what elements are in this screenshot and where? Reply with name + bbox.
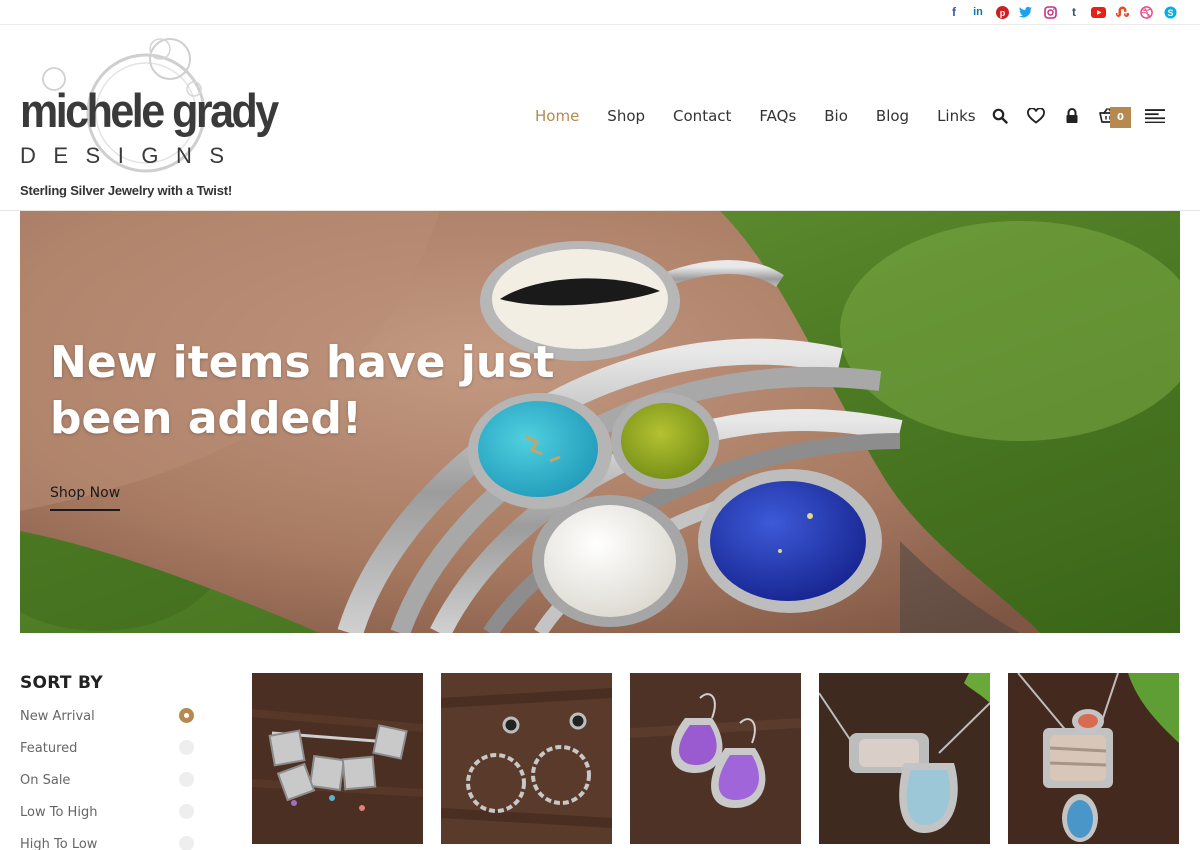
hero-banner: New items have just been added! Shop Now bbox=[20, 211, 1180, 633]
sort-option-low-to-high[interactable]: Low To High bbox=[20, 803, 200, 835]
social-links: f in p t S bbox=[946, 4, 1178, 20]
logo-subtitle: DESIGNS bbox=[20, 143, 242, 168]
sort-option-high-to-low[interactable]: High To Low bbox=[20, 835, 200, 850]
header-actions: 0 bbox=[990, 103, 1165, 128]
nav-item-faqs[interactable]: FAQs bbox=[759, 107, 796, 125]
sort-option-new-arrival[interactable]: New Arrival bbox=[20, 707, 200, 739]
nav-item-blog[interactable]: Blog bbox=[876, 107, 909, 125]
svg-text:p: p bbox=[999, 8, 1005, 18]
sort-option-label: New Arrival bbox=[20, 709, 95, 724]
nav-item-links[interactable]: Links bbox=[937, 107, 976, 125]
product-image bbox=[630, 673, 801, 844]
top-social-bar: f in p t S bbox=[0, 0, 1200, 25]
stumbleupon-icon[interactable] bbox=[1114, 4, 1130, 20]
logo-wordmark: michele grady bbox=[20, 85, 279, 138]
dribbble-icon[interactable] bbox=[1138, 4, 1154, 20]
product-card-bracelet[interactable] bbox=[252, 673, 423, 844]
site-logo[interactable]: michele grady DESIGNS Sterling Silver Je… bbox=[18, 35, 279, 205]
radio-selected[interactable] bbox=[179, 708, 194, 723]
cart-count-badge[interactable]: 0 bbox=[1110, 107, 1131, 128]
sort-option-featured[interactable]: Featured bbox=[20, 739, 200, 771]
product-image bbox=[252, 673, 423, 844]
skype-icon[interactable]: S bbox=[1162, 4, 1178, 20]
sort-by-heading: SORT BY bbox=[20, 673, 103, 693]
product-grid bbox=[252, 673, 1179, 844]
product-card-earrings-thorn[interactable] bbox=[441, 673, 612, 844]
product-card-pendant-blue[interactable] bbox=[819, 673, 990, 844]
radio-unselected[interactable] bbox=[179, 740, 194, 755]
linkedin-icon[interactable]: in bbox=[970, 4, 986, 20]
site-header: michele grady DESIGNS Sterling Silver Je… bbox=[0, 25, 1200, 211]
hero-headline: New items have just been added! bbox=[50, 337, 555, 444]
account-lock-icon[interactable] bbox=[1062, 106, 1082, 126]
shop-now-button[interactable]: Shop Now bbox=[50, 485, 121, 511]
product-card-amethyst-earrings[interactable] bbox=[630, 673, 801, 844]
nav-item-bio[interactable]: Bio bbox=[824, 107, 848, 125]
nav-item-shop[interactable]: Shop bbox=[607, 107, 645, 125]
wishlist-heart-icon[interactable] bbox=[1026, 106, 1046, 126]
menu-hamburger-icon[interactable] bbox=[1145, 106, 1165, 126]
radio-unselected[interactable] bbox=[179, 804, 194, 819]
product-card-pendant-agate[interactable] bbox=[1008, 673, 1179, 844]
sort-option-label: Featured bbox=[20, 741, 78, 756]
search-icon[interactable] bbox=[990, 106, 1010, 126]
sort-by-panel: SORT BY New Arrival Featured On Sale Low… bbox=[20, 673, 200, 850]
sort-option-label: Low To High bbox=[20, 805, 98, 820]
logo-tagline: Sterling Silver Jewelry with a Twist! bbox=[20, 183, 232, 198]
facebook-icon[interactable]: f bbox=[946, 4, 962, 20]
product-image bbox=[441, 673, 612, 844]
sort-option-label: High To Low bbox=[20, 837, 98, 850]
twitter-icon[interactable] bbox=[1018, 4, 1034, 20]
sort-option-label: On Sale bbox=[20, 773, 71, 788]
radio-unselected[interactable] bbox=[179, 772, 194, 787]
sort-option-on-sale[interactable]: On Sale bbox=[20, 771, 200, 803]
svg-text:S: S bbox=[1167, 8, 1173, 18]
product-image bbox=[1008, 673, 1179, 844]
radio-unselected[interactable] bbox=[179, 836, 194, 850]
youtube-icon[interactable] bbox=[1090, 4, 1106, 20]
pinterest-icon[interactable]: p bbox=[994, 4, 1010, 20]
nav-item-home[interactable]: Home bbox=[535, 107, 579, 125]
product-image bbox=[819, 673, 990, 844]
tumblr-icon[interactable]: t bbox=[1066, 4, 1082, 20]
main-nav: Home Shop Contact FAQs Bio Blog Links bbox=[535, 107, 1004, 125]
instagram-icon[interactable] bbox=[1042, 4, 1058, 20]
nav-item-contact[interactable]: Contact bbox=[673, 107, 731, 125]
